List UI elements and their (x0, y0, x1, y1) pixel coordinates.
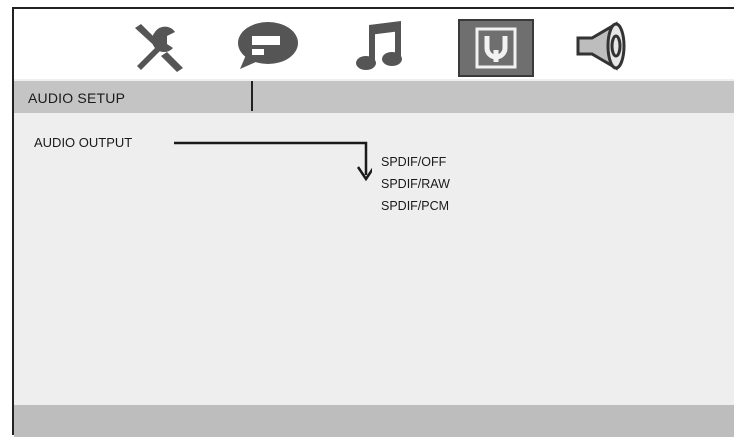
header-divider (251, 81, 253, 111)
settings-panel: AUDIO OUTPUT SPDIF/OFF SPDIF/RAW SPDIF/P… (14, 113, 734, 405)
speech-bubble-icon (238, 22, 298, 69)
section-header: AUDIO SETUP (14, 81, 734, 113)
option-spdif-raw[interactable]: SPDIF/RAW (381, 177, 450, 191)
wrench-tools-icon (135, 24, 183, 72)
audio-connector-icon (475, 27, 517, 69)
audio-output-label[interactable]: AUDIO OUTPUT (34, 135, 132, 150)
status-bar (14, 405, 734, 437)
category-tab-bar (14, 9, 734, 79)
tab-speaker-setup[interactable] (568, 17, 642, 75)
music-note-icon (356, 21, 402, 70)
option-spdif-pcm[interactable]: SPDIF/PCM (381, 199, 449, 213)
setup-menu-frame: AUDIO SETUP AUDIO OUTPUT SPDIF/OFF SPDIF… (12, 7, 734, 437)
page-title: AUDIO SETUP (28, 90, 126, 106)
option-connector-arrow (174, 141, 372, 182)
tab-language-osd[interactable] (230, 17, 304, 75)
tab-audio-setup[interactable] (458, 19, 534, 77)
option-spdif-off[interactable]: SPDIF/OFF (381, 155, 446, 169)
speaker-icon (576, 21, 626, 71)
tab-music[interactable] (344, 17, 418, 75)
tab-general-setup[interactable] (122, 17, 196, 75)
